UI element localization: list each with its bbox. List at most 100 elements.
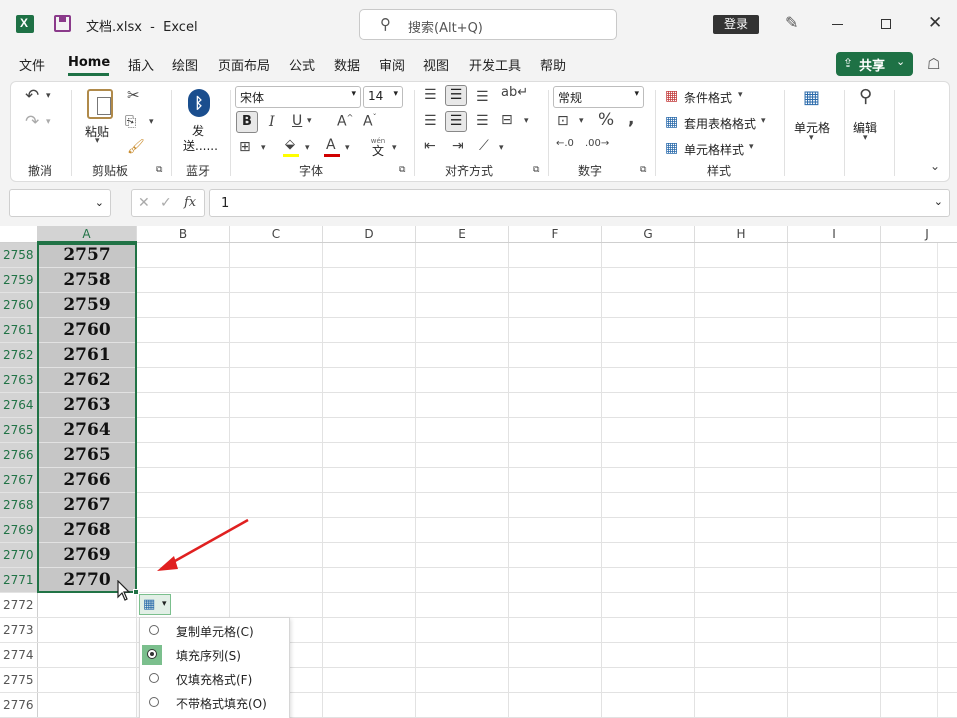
chevron-down-icon[interactable]: ▾ [524, 117, 529, 126]
menu-developer[interactable]: 开发工具 [469, 55, 521, 74]
dialog-launcher-icon[interactable]: ⧉ [533, 166, 539, 175]
align-left-icon[interactable]: ☰ [424, 114, 437, 128]
menu-file[interactable]: 文件 [19, 55, 45, 74]
row-header[interactable]: 2764 [0, 393, 37, 418]
chevron-down-icon[interactable]: ▾ [307, 117, 312, 126]
autofill-option-copy-cells[interactable]: 复制单元格(C) [140, 620, 289, 642]
phonetic-icon[interactable]: wén 文 [367, 137, 389, 157]
chevron-down-icon[interactable]: ⌄ [934, 195, 943, 208]
percent-icon[interactable]: % [598, 112, 614, 129]
increase-decimal-icon[interactable]: ←.0 [556, 139, 574, 149]
row-header[interactable]: 2767 [0, 468, 37, 493]
chevron-down-icon[interactable]: ▾ [579, 117, 584, 126]
align-center-icon[interactable]: ☰ [445, 111, 467, 132]
italic-button[interactable]: I [269, 115, 275, 129]
search-icon[interactable]: ⚲ [859, 88, 872, 106]
column-header[interactable]: E [416, 226, 509, 243]
worksheet[interactable]: A B C D E F G H I J 2758 2757 2759 2758 2760… [0, 226, 957, 718]
format-painter-icon[interactable]: 🖌 [127, 140, 145, 154]
column-header[interactable]: C [230, 226, 323, 243]
chevron-down-icon[interactable]: ▾ [863, 134, 868, 143]
increase-font-icon[interactable]: A^ [337, 114, 353, 129]
fill-color-icon[interactable]: ⬙ [285, 138, 295, 151]
menu-insert[interactable]: 插入 [128, 55, 154, 74]
row-header[interactable]: 2762 [0, 343, 37, 368]
dialog-launcher-icon[interactable]: ⧉ [156, 166, 162, 175]
underline-button[interactable]: U [292, 114, 302, 128]
increase-indent-icon[interactable]: ⇥ [452, 139, 464, 153]
decrease-indent-icon[interactable]: ⇤ [424, 139, 436, 153]
ribbon-collapse-icon[interactable]: ⌄ [930, 160, 940, 172]
fx-icon[interactable]: fx [184, 195, 196, 210]
align-bottom-icon[interactable]: ☰ [476, 90, 489, 104]
chevron-down-icon[interactable]: ▾ [809, 134, 814, 143]
row-header[interactable]: 2765 [0, 418, 37, 443]
enter-icon[interactable]: ✓ [160, 195, 172, 211]
chevron-down-icon[interactable]: ▾ [392, 144, 397, 153]
row-header[interactable]: 2758 [0, 243, 37, 268]
autofill-options-button[interactable]: ▦ ▾ [139, 594, 171, 615]
scrollbar-track[interactable] [937, 243, 957, 718]
chevron-down-icon[interactable]: ▾ [46, 92, 51, 101]
column-header[interactable]: B [137, 226, 230, 243]
column-header[interactable]: J [881, 226, 957, 243]
table-format-button[interactable]: 套用表格格式 [684, 115, 756, 132]
align-top-icon[interactable]: ☰ [424, 88, 437, 102]
bluetooth-icon[interactable]: ᛒ [188, 89, 210, 117]
dialog-launcher-icon[interactable]: ⧉ [399, 166, 405, 175]
cancel-icon[interactable]: ✕ [138, 195, 150, 211]
row-header[interactable]: 2770 [0, 543, 37, 568]
menu-formulas[interactable]: 公式 [289, 55, 315, 74]
menu-draw[interactable]: 绘图 [172, 55, 198, 74]
chevron-down-icon[interactable]: ▾ [95, 137, 100, 146]
menu-home[interactable]: Home [68, 55, 110, 70]
column-header[interactable]: I [788, 226, 881, 243]
column-header[interactable]: H [695, 226, 788, 243]
chevron-down-icon[interactable]: ▾ [499, 144, 504, 153]
column-header[interactable]: F [509, 226, 602, 243]
comma-icon[interactable]: , [628, 111, 634, 128]
orientation-icon[interactable]: ⟋ [479, 139, 489, 153]
paste-icon[interactable] [87, 89, 113, 119]
cell-style-button[interactable]: 单元格样式 [684, 141, 744, 158]
column-header[interactable]: G [602, 226, 695, 243]
close-icon[interactable]: ✕ [928, 13, 942, 33]
menu-view[interactable]: 视图 [423, 55, 449, 74]
save-icon[interactable] [54, 15, 71, 32]
chevron-down-icon[interactable]: ▾ [749, 143, 754, 152]
minimize-icon[interactable] [832, 24, 843, 25]
currency-icon[interactable]: ⊡ [557, 114, 569, 128]
chevron-down-icon[interactable]: ▾ [46, 118, 51, 127]
cut-icon[interactable]: ✂ [127, 88, 140, 103]
decrease-decimal-icon[interactable]: .00→ [585, 139, 609, 149]
font-color-icon[interactable]: A [326, 138, 336, 152]
conditional-format-icon[interactable]: ▦ [665, 89, 678, 103]
row-header[interactable]: 2763 [0, 368, 37, 393]
column-header[interactable]: D [323, 226, 416, 243]
row-header[interactable]: 2774 [0, 643, 37, 668]
maximize-icon[interactable] [881, 19, 891, 29]
chevron-down-icon[interactable]: ▾ [305, 144, 310, 153]
chevron-down-icon[interactable]: ▾ [149, 118, 154, 127]
menu-review[interactable]: 审阅 [379, 55, 405, 74]
menu-help[interactable]: 帮助 [540, 55, 566, 74]
search-box[interactable]: ⚲ 搜索(Alt+Q) [359, 9, 617, 40]
row-header[interactable]: 2761 [0, 318, 37, 343]
row-header[interactable]: 2771 [0, 568, 37, 593]
row-header[interactable]: 2760 [0, 293, 37, 318]
autofill-option-fill-formatting-only[interactable]: 仅填充格式(F) [140, 668, 289, 690]
pen-icon[interactable]: ✎ [785, 13, 798, 32]
row-header[interactable]: 2775 [0, 668, 37, 693]
undo-icon[interactable]: ↶ [25, 88, 39, 105]
font-size-select[interactable]: 14 ▾ [363, 86, 403, 108]
name-box[interactable]: ⌄ [9, 189, 111, 217]
login-button[interactable]: 登录 [713, 15, 759, 34]
row-header[interactable]: 2768 [0, 493, 37, 518]
align-right-icon[interactable]: ☰ [476, 114, 489, 128]
borders-icon[interactable]: ⊞ [239, 140, 251, 154]
number-format-select[interactable]: 常规 ▾ [553, 86, 644, 108]
redo-icon[interactable]: ↷ [25, 114, 39, 131]
row-header[interactable]: 2766 [0, 443, 37, 468]
send-label-2[interactable]: 送...... [183, 137, 218, 154]
row-header[interactable]: 2769 [0, 518, 37, 543]
